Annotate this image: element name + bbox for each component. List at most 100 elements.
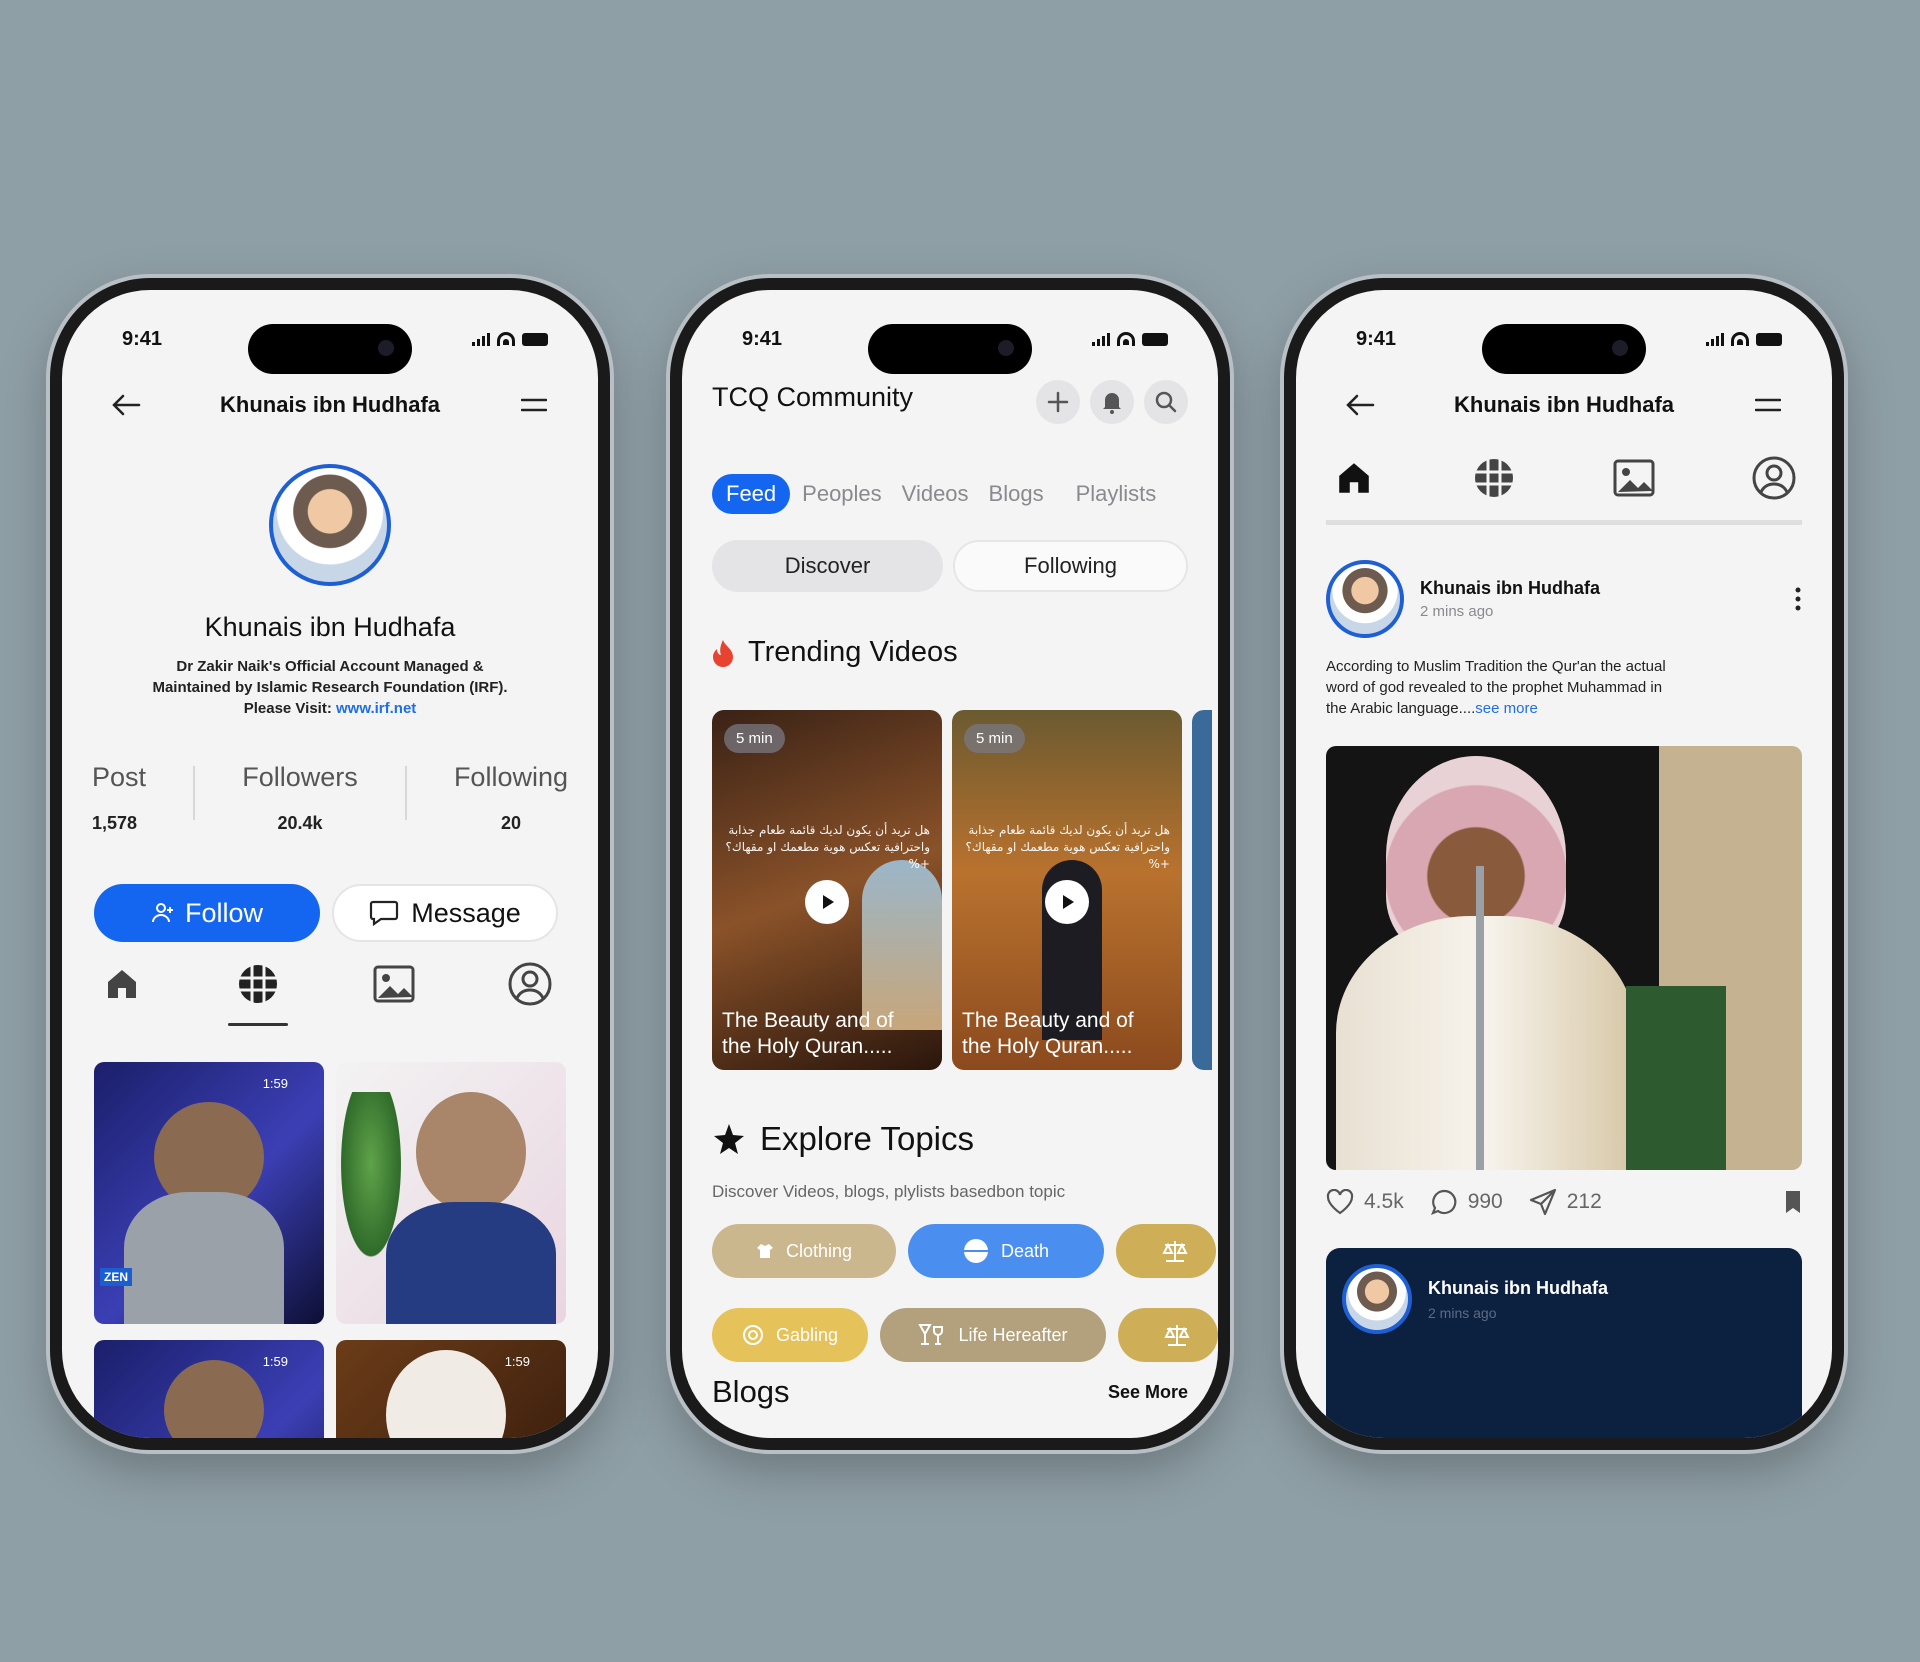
phone-community: 9:41 TCQ Community Feed Peoples Videos B… [670, 278, 1230, 1450]
battery-icon [522, 332, 548, 346]
like-button[interactable]: 4.5k [1326, 1189, 1404, 1215]
drinks-icon [918, 1324, 944, 1345]
bio-link[interactable]: www.irf.net [336, 700, 416, 717]
video-caption-line: the Holy Quran..... [962, 1035, 1133, 1058]
wifi-icon [1117, 332, 1135, 346]
video-card[interactable]: 5 min هل تريد أن يكون لديك قائمة طعام جذ… [952, 710, 1182, 1070]
post-image[interactable] [1326, 746, 1802, 1170]
trending-header: Trending Videos [712, 636, 958, 669]
explore-subtitle: Discover Videos, blogs, plylists basedbo… [712, 1182, 1066, 1201]
author-name[interactable]: Khunais ibn Hudhafa [1420, 578, 1778, 599]
wifi-icon [497, 332, 515, 346]
plus-icon[interactable] [1036, 380, 1080, 424]
status-icons [1706, 332, 1782, 346]
segment-following[interactable]: Following [953, 540, 1188, 592]
menu-icon[interactable] [516, 387, 552, 423]
photo-tab-icon[interactable] [366, 956, 422, 1012]
profile-stats: Post 1,578 Followers 20.4k Following 20 [92, 762, 568, 834]
stat-following[interactable]: Following 20 [454, 762, 568, 834]
arch-window [862, 860, 942, 1030]
card-post-time: 2 mins ago [1428, 1304, 1497, 1321]
video-caption: The Beauty and of the Holy Quran..... [722, 1008, 934, 1060]
profile-name: Khunais ibn Hudhafa [204, 612, 456, 642]
video-card[interactable]: 5 min هل تريد أن يكون لديك قائمة طعام جذ… [712, 710, 942, 1070]
back-arrow-icon[interactable] [108, 387, 144, 423]
grid-tab-icon[interactable] [228, 956, 288, 1026]
comment-button[interactable]: 990 [1430, 1188, 1503, 1216]
comment-count: 990 [1467, 1190, 1503, 1213]
person-figure [386, 1202, 556, 1324]
stat-label: Following [453, 762, 568, 792]
video-caption: The Beauty and of the Holy Quran..... [962, 1008, 1174, 1060]
follow-button[interactable]: Follow [94, 884, 320, 942]
see-more-link[interactable]: see more [1475, 700, 1538, 717]
stat-value: 20.4k [277, 813, 323, 833]
chip-scale[interactable] [1118, 1308, 1218, 1362]
header-title: Khunais ibn Hudhafa [220, 392, 440, 417]
chip-scale[interactable] [1116, 1224, 1216, 1278]
tab-blogs[interactable]: Blogs [989, 481, 1044, 507]
status-icons [1092, 332, 1168, 346]
home-tab-icon[interactable] [1326, 450, 1382, 506]
profile-avatar[interactable] [269, 464, 391, 586]
bio-visit-label: Please Visit: [243, 700, 336, 717]
tab-feed[interactable]: Feed [712, 474, 791, 514]
stat-followers[interactable]: Followers 20.4k [242, 762, 358, 834]
home-tab-icon[interactable] [94, 956, 150, 1012]
tab-peoples[interactable]: Peoples [802, 481, 882, 507]
video-caption-line: The Beauty and of [722, 1009, 894, 1032]
grid-tab-icon[interactable] [1466, 450, 1522, 506]
media-grid: 1:59 ZEN 1:59 1:59 [94, 1062, 566, 1438]
person-figure [386, 1350, 506, 1438]
video-arabic-text: هل تريد أن يكون لديك قائمة طعام جذابة وا… [965, 823, 1170, 871]
chip-gabling[interactable]: Gabling [712, 1308, 868, 1362]
message-button[interactable]: Message [332, 884, 558, 942]
profile-tab-icon[interactable] [502, 956, 558, 1012]
tab-playlists[interactable]: Playlists [1076, 481, 1157, 507]
media-thumb[interactable]: 1:59 ZEN [94, 1062, 324, 1324]
photo-tab-icon[interactable] [1606, 450, 1662, 506]
message-label: Message [411, 897, 521, 928]
bookmark-icon[interactable] [1784, 1190, 1802, 1214]
video-caption-line: the Holy Quran..... [722, 1035, 893, 1058]
dynamic-island [1482, 324, 1646, 374]
media-thumb[interactable]: 1:59 [336, 1340, 566, 1438]
fire-icon [713, 639, 733, 667]
see-more-link[interactable]: See More [1108, 1382, 1188, 1403]
add-user-icon [151, 903, 173, 923]
chip-label: Life Hereafter [958, 1324, 1068, 1345]
scale-icon [1164, 1325, 1190, 1346]
header-title: Khunais ibn Hudhafa [1454, 392, 1674, 417]
chip-death[interactable]: Death [908, 1224, 1104, 1278]
play-icon[interactable] [1045, 880, 1089, 924]
community-screen: 9:41 TCQ Community Feed Peoples Videos B… [682, 290, 1218, 1438]
person-figure [124, 1192, 284, 1324]
status-time: 9:41 [742, 327, 783, 350]
next-post-card[interactable]: Khunais ibn Hudhafa 2 mins ago [1326, 1248, 1802, 1438]
chip-label: Death [1000, 1240, 1050, 1261]
more-vertical-icon[interactable] [1794, 586, 1802, 612]
back-arrow-icon[interactable] [1342, 387, 1378, 423]
profile-tab-icon[interactable] [1746, 450, 1802, 506]
share-button[interactable]: 212 [1529, 1188, 1602, 1216]
media-thumb[interactable] [336, 1062, 566, 1324]
menu-icon[interactable] [1750, 387, 1786, 423]
status-icons [472, 332, 548, 346]
post-text: According to Muslim Tradition the Qur'an… [1326, 656, 1772, 719]
play-icon[interactable] [805, 880, 849, 924]
card-avatar[interactable] [1342, 1264, 1412, 1334]
chip-life-hereafter[interactable]: Life Hereafter [880, 1308, 1106, 1362]
chip-clothing[interactable]: Clothing [712, 1224, 896, 1278]
post-screen: 9:41 Khunais ibn Hudhafa Khunais ibn Hud… [1296, 290, 1832, 1438]
stat-post[interactable]: Post 1,578 [92, 762, 146, 834]
video-duration: 5 min [964, 724, 1025, 753]
media-thumb[interactable]: 1:59 [94, 1340, 324, 1438]
search-icon[interactable] [1144, 380, 1188, 424]
video-duration: 5 min [724, 724, 785, 753]
bell-icon[interactable] [1090, 380, 1134, 424]
share-count: 212 [1566, 1190, 1602, 1213]
tab-videos[interactable]: Videos [902, 481, 969, 507]
author-avatar[interactable] [1326, 560, 1404, 638]
video-card-peek[interactable] [1192, 710, 1212, 1070]
segment-discover[interactable]: Discover [712, 540, 943, 592]
